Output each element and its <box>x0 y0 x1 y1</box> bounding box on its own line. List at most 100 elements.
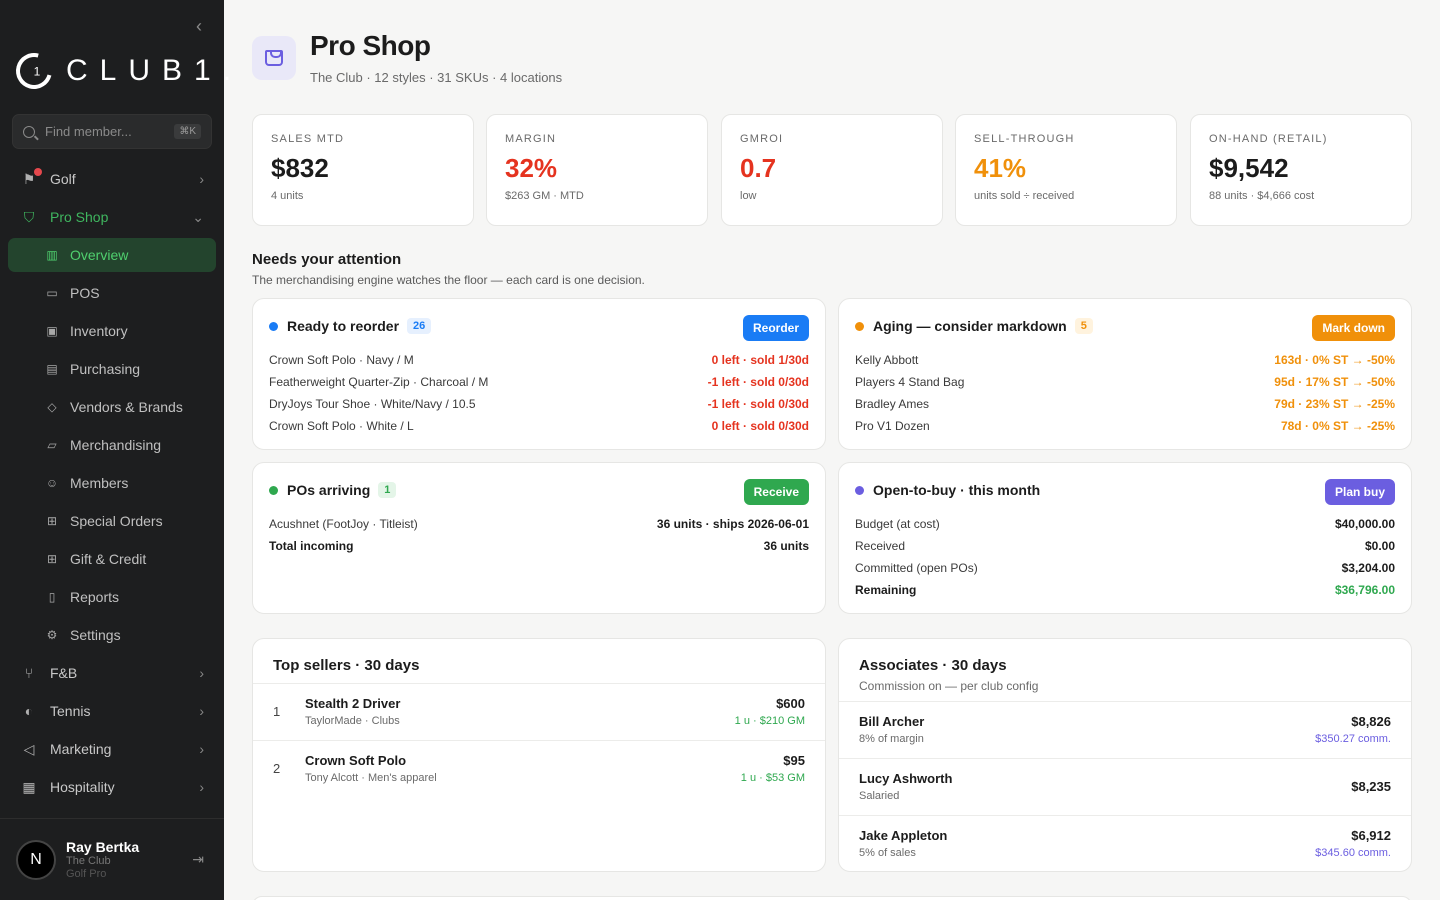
list-item[interactable]: Kelly Abbott 163d · 0% ST → -50% <box>855 349 1395 371</box>
mark-down-button[interactable]: Mark down <box>1312 315 1395 341</box>
list-item[interactable]: Jake Appleton 5% of sales $6,912 $345.60… <box>839 815 1411 871</box>
nav-tennis[interactable]: ◐ Tennis › <box>8 694 216 728</box>
sub-purchasing[interactable]: ▤ Purchasing <box>8 352 216 386</box>
kpi-on-hand: ON-HAND (RETAIL) $9,542 88 units · $4,66… <box>1190 114 1412 226</box>
sub-members[interactable]: ☺ Members <box>8 466 216 500</box>
avatar: N <box>16 839 56 880</box>
nav-marketing[interactable]: ◁ Marketing › <box>8 732 216 766</box>
gift-icon: ⊞ <box>46 552 58 566</box>
chevron-down-icon: ⌄ <box>192 208 204 225</box>
count-badge: 1 <box>378 482 397 498</box>
status-dot <box>269 485 278 495</box>
chevron-right-icon: › <box>199 741 204 757</box>
attention-title: Needs your attention <box>252 251 402 268</box>
sub-merchandising[interactable]: ▱ Merchandising <box>8 428 216 462</box>
count-badge: 26 <box>407 318 432 334</box>
kpi-margin: MARGIN 32% $263 GM · MTD <box>486 114 708 226</box>
sub-reports[interactable]: ▯ Reports <box>8 580 216 614</box>
chart-icon: ▥ <box>46 248 58 262</box>
pos-arriving-card: POs arriving 1 Receive Acushnet (FootJoy … <box>252 462 826 614</box>
next-card <box>252 896 1412 900</box>
total-row: Total incoming 36 units <box>269 539 809 553</box>
chevron-left-icon[interactable]: ‹ <box>190 16 208 36</box>
nav-hospitality[interactable]: ▦ Hospitality › <box>8 770 216 804</box>
gear-icon: ⚙ <box>46 628 58 642</box>
sidebar: ‹ 1 CLUB1. Find member... ⌘K ⚑ Golf › ⛉ … <box>0 0 231 900</box>
page-title: Pro Shop <box>310 30 431 61</box>
top-sellers-card: Top sellers · 30 days 1 Stealth 2 Driver… <box>252 638 826 872</box>
receive-button[interactable]: Receive <box>743 479 809 505</box>
list-item[interactable]: Crown Soft Polo · White / L0 left · sold… <box>269 415 809 437</box>
chevron-right-icon: › <box>199 779 204 795</box>
notification-dot <box>34 168 42 176</box>
nav-pro-shop[interactable]: ⛉ Pro Shop ⌄ <box>8 200 216 234</box>
sub-overview[interactable]: ▥ Overview <box>8 238 216 272</box>
list-item[interactable]: 1 Stealth 2 Driver TaylorMade · Clubs $6… <box>253 683 825 740</box>
list-item[interactable]: Players 4 Stand Bag 95d · 17% ST → -50% <box>855 371 1395 393</box>
list-item[interactable]: 2 Crown Soft Polo Tony Alcott · Men's ap… <box>253 740 825 797</box>
logout-icon[interactable]: ⇥ <box>192 851 204 868</box>
associates-card: Associates · 30 days Commission on — per… <box>838 638 1412 872</box>
status-dot <box>855 321 864 331</box>
chevron-right-icon: › <box>199 665 204 681</box>
list-item[interactable]: Pro V1 Dozen 78d · 0% ST → -25% <box>855 415 1395 437</box>
list-item[interactable]: DryJoys Tour Shoe · White/Navy / 10.5 -1 … <box>269 393 809 415</box>
sub-special-orders[interactable]: ⊞ Special Orders <box>8 504 216 538</box>
card-title: Ready to reorder <box>287 318 400 334</box>
list-item[interactable]: Lucy Ashworth Salaried $8,235 <box>839 758 1411 815</box>
utensils-icon: ⑂ <box>24 665 34 681</box>
list-item[interactable]: Bradley Ames 79d · 23% ST → -25% <box>855 393 1395 415</box>
sub-pos[interactable]: ▭ POS <box>8 276 216 310</box>
logo-mark: 1 <box>9 46 59 96</box>
sub-settings[interactable]: ⚙ Settings <box>8 618 216 652</box>
user-role: Golf Pro <box>66 867 107 880</box>
card-title: Open-to-buy · this month <box>873 482 1041 498</box>
plan-buy-button[interactable]: Plan buy <box>1324 479 1395 505</box>
presentation-icon: ▱ <box>47 438 57 452</box>
aging-card: Aging — consider markdown 5 Mark down Kel… <box>838 298 1412 450</box>
card-title: Aging — consider markdown <box>873 318 1067 334</box>
card-subtitle: Commission on — per club config <box>859 679 1039 693</box>
file-icon: ▯ <box>48 590 56 604</box>
chevron-right-icon: › <box>199 171 204 187</box>
main-content: Pro Shop The Club · 12 styles · 31 SKUs … <box>224 0 1440 900</box>
search-placeholder: Find member... <box>45 124 132 139</box>
kpi-sales-mtd: SALES MTD $832 4 units <box>252 114 474 226</box>
doc-icon: ▤ <box>46 362 58 376</box>
card-icon: ▭ <box>46 286 58 300</box>
user-club: The Club <box>66 854 111 867</box>
list-item: Committed (open POs) $3,204.00 <box>855 561 1395 575</box>
sub-vendors[interactable]: ◇ Vendors & Brands <box>8 390 216 424</box>
list-item[interactable]: Featherweight Quarter-Zip · Charcoal / M… <box>269 371 809 393</box>
user-profile[interactable]: N Ray Bertka The Club Golf Pro ⇥ <box>0 818 224 900</box>
nav-golf[interactable]: ⚑ Golf › <box>8 162 216 196</box>
shopping-bag-icon <box>252 36 296 80</box>
list-item[interactable]: Crown Soft Polo · Navy / M0 left · sold … <box>269 349 809 371</box>
tennis-icon: ◐ <box>24 703 34 719</box>
attention-subtitle: The merchandising engine watches the flo… <box>252 273 645 287</box>
search-input[interactable]: Find member... ⌘K <box>12 114 212 149</box>
reorder-button[interactable]: Reorder <box>742 315 809 341</box>
list-item[interactable]: Bill Archer 8% of margin $8,826 $350.27 … <box>839 701 1411 758</box>
sub-inventory[interactable]: ▣ Inventory <box>8 314 216 348</box>
list-item[interactable]: Acushnet (FootJoy · Titleist) 36 units · … <box>269 513 809 535</box>
gift-icon: ⊞ <box>46 514 58 528</box>
sub-gift-credit[interactable]: ⊞ Gift & Credit <box>8 542 216 576</box>
card-title: POs arriving <box>287 482 371 498</box>
nav-fb[interactable]: ⑂ F&B › <box>8 656 216 690</box>
shortcut-badge: ⌘K <box>174 124 201 139</box>
tag-icon: ◇ <box>47 400 57 414</box>
logo-text: CLUB1. <box>66 54 244 87</box>
list-item: Budget (at cost) $40,000.00 <box>855 517 1395 531</box>
card-title: Associates · 30 days <box>859 657 1007 674</box>
search-icon <box>23 125 35 138</box>
user-name: Ray Bertka <box>66 838 140 855</box>
status-dot <box>269 321 278 331</box>
building-icon: ▦ <box>22 778 36 795</box>
megaphone-icon: ◁ <box>23 740 35 757</box>
kpi-gmroi: GMROI 0.7 low <box>721 114 943 226</box>
reorder-card: Ready to reorder 26 Reorder Crown Soft Po… <box>252 298 826 450</box>
count-badge: 5 <box>1074 318 1093 334</box>
list-item: Received $0.00 <box>855 539 1395 553</box>
club1-logo[interactable]: 1 CLUB1. <box>9 46 244 96</box>
